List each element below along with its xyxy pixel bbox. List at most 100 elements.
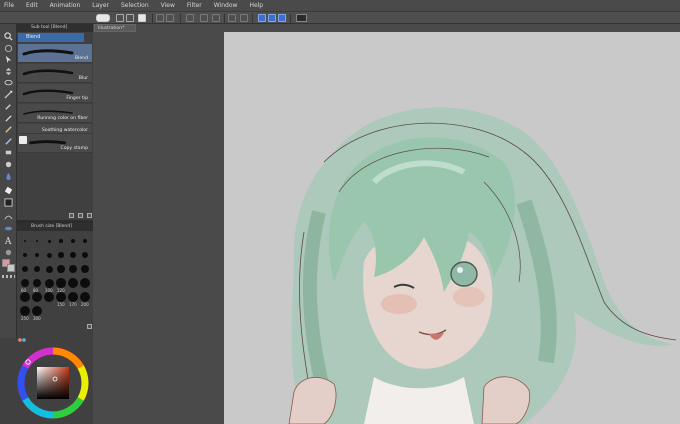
gradient-icon[interactable] <box>4 212 13 221</box>
brush-item-blend[interactable]: Blend <box>18 44 92 63</box>
brush-size-dot[interactable] <box>70 252 76 258</box>
move-layer-icon[interactable] <box>4 67 13 76</box>
redo-icon[interactable] <box>166 14 174 22</box>
menu-view[interactable]: View <box>161 0 175 11</box>
brush-size-dot[interactable] <box>33 265 41 273</box>
help-icon[interactable] <box>296 14 307 22</box>
toggle-view-icon[interactable] <box>96 14 110 22</box>
subtool-delete-icon[interactable] <box>87 213 92 218</box>
color-tab-icon[interactable] <box>18 338 28 342</box>
ruler-icon[interactable] <box>240 14 248 22</box>
separator <box>252 14 253 23</box>
sub-color-swatch[interactable] <box>7 264 15 272</box>
brush-item-running-color[interactable]: Running color on fiber <box>18 104 92 123</box>
menu-selection[interactable]: Selection <box>121 0 149 11</box>
brush-size-dot[interactable] <box>20 292 30 302</box>
menu-help[interactable]: Help <box>249 0 263 11</box>
hand-icon[interactable] <box>4 44 13 53</box>
brush-size-dot[interactable] <box>34 252 40 258</box>
brush-size-label: 200 <box>81 302 89 307</box>
snap-icon[interactable] <box>212 14 220 22</box>
correction-icon[interactable] <box>4 248 13 257</box>
brush-size-dot[interactable] <box>32 278 42 288</box>
grid-icon[interactable] <box>228 14 236 22</box>
brush-size-dot[interactable] <box>45 265 53 273</box>
undo-icon[interactable] <box>156 14 164 22</box>
brush-size-dot[interactable] <box>22 266 28 272</box>
eyedropper-icon[interactable] <box>4 102 13 111</box>
menu-edit[interactable]: Edit <box>26 0 38 11</box>
brush-size-dot[interactable] <box>31 291 43 303</box>
new-icon[interactable] <box>116 14 124 22</box>
brush-size-dot[interactable] <box>69 265 77 273</box>
transparent-color-icon[interactable] <box>2 275 15 278</box>
snap-ruler-icon[interactable] <box>258 14 266 22</box>
text-icon[interactable]: A <box>4 236 13 245</box>
menu-file[interactable]: File <box>4 0 14 11</box>
brush-size-dot[interactable] <box>79 291 91 303</box>
brush-item-soothing-watercolor[interactable]: Soothing watercolor <box>18 124 92 134</box>
brush-size-dot[interactable] <box>46 252 52 258</box>
brush-size-dot[interactable] <box>59 239 63 243</box>
menu-layer[interactable]: Layer <box>92 0 109 11</box>
operation-icon[interactable] <box>4 55 13 64</box>
snap-special-ruler-icon[interactable] <box>268 14 276 22</box>
brush-size-dot[interactable] <box>82 238 88 244</box>
brush-icon[interactable] <box>4 137 13 146</box>
separator <box>180 14 181 23</box>
zoom-icon[interactable] <box>4 32 13 41</box>
brush-size-dot[interactable] <box>68 278 78 288</box>
canvas-workspace: Illustration* <box>93 24 680 424</box>
brush-size-dot[interactable] <box>71 239 75 243</box>
brush-item-copy-stamp[interactable]: Copy stamp <box>18 134 92 153</box>
brush-size-dot[interactable] <box>24 240 26 242</box>
subtool-new-icon[interactable] <box>78 213 83 218</box>
brush-size-label: 300 <box>33 316 41 321</box>
drawing-canvas[interactable] <box>224 32 680 424</box>
snap-grid-icon[interactable] <box>278 14 286 22</box>
brush-size-settings-icon[interactable] <box>87 324 92 329</box>
fill-icon[interactable] <box>4 198 13 207</box>
pen-icon[interactable] <box>4 114 13 123</box>
airbrush-icon[interactable] <box>4 148 13 157</box>
clear-icon[interactable] <box>186 14 194 22</box>
color-wheel[interactable] <box>16 346 90 420</box>
svg-text:A: A <box>4 237 12 245</box>
decoration-icon[interactable] <box>4 160 13 169</box>
blend-icon[interactable] <box>4 172 13 181</box>
brush-size-dot[interactable] <box>35 239 39 243</box>
eraser-icon[interactable] <box>4 186 13 195</box>
clip-studio-window: { "menu": [ {"label": "File"}, {"label":… <box>0 0 680 424</box>
brush-size-dot[interactable] <box>19 305 31 317</box>
brush-size-dot[interactable] <box>55 291 67 303</box>
brush-size-dot[interactable] <box>81 251 89 259</box>
brush-size-dot[interactable] <box>79 277 91 289</box>
lasso-icon[interactable] <box>4 79 13 88</box>
brush-size-dot[interactable] <box>58 252 64 258</box>
brush-size-dot[interactable] <box>43 291 55 303</box>
brush-size-dot[interactable] <box>21 279 29 287</box>
brush-item-blur[interactable]: Blur <box>18 64 92 83</box>
brush-size-dot[interactable] <box>57 265 65 273</box>
brush-size-dot[interactable] <box>56 278 66 288</box>
auto-select-icon[interactable] <box>4 90 13 99</box>
menu-filter[interactable]: Filter <box>187 0 202 11</box>
menu-animation[interactable]: Animation <box>50 0 81 11</box>
document-tab[interactable]: Illustration* <box>94 24 136 32</box>
brush-size-dot[interactable] <box>47 239 51 243</box>
figure-icon[interactable] <box>4 224 13 233</box>
transform-icon[interactable] <box>200 14 208 22</box>
subtool-copy-icon[interactable] <box>69 213 74 218</box>
brush-item-finger-tip[interactable]: Finger tip <box>18 84 92 103</box>
brush-size-dot[interactable] <box>67 291 79 303</box>
brush-size-dot[interactable] <box>23 253 27 257</box>
open-icon[interactable] <box>126 14 134 22</box>
brush-size-dot[interactable] <box>31 305 43 317</box>
brush-size-dot[interactable] <box>80 264 90 274</box>
brush-size-dot[interactable] <box>44 278 54 288</box>
save-icon[interactable] <box>138 14 146 22</box>
subtool-group-tab[interactable]: Blend <box>18 33 84 42</box>
menu-window[interactable]: Window <box>214 0 238 11</box>
separator <box>290 14 291 23</box>
pencil-icon[interactable] <box>4 125 13 134</box>
